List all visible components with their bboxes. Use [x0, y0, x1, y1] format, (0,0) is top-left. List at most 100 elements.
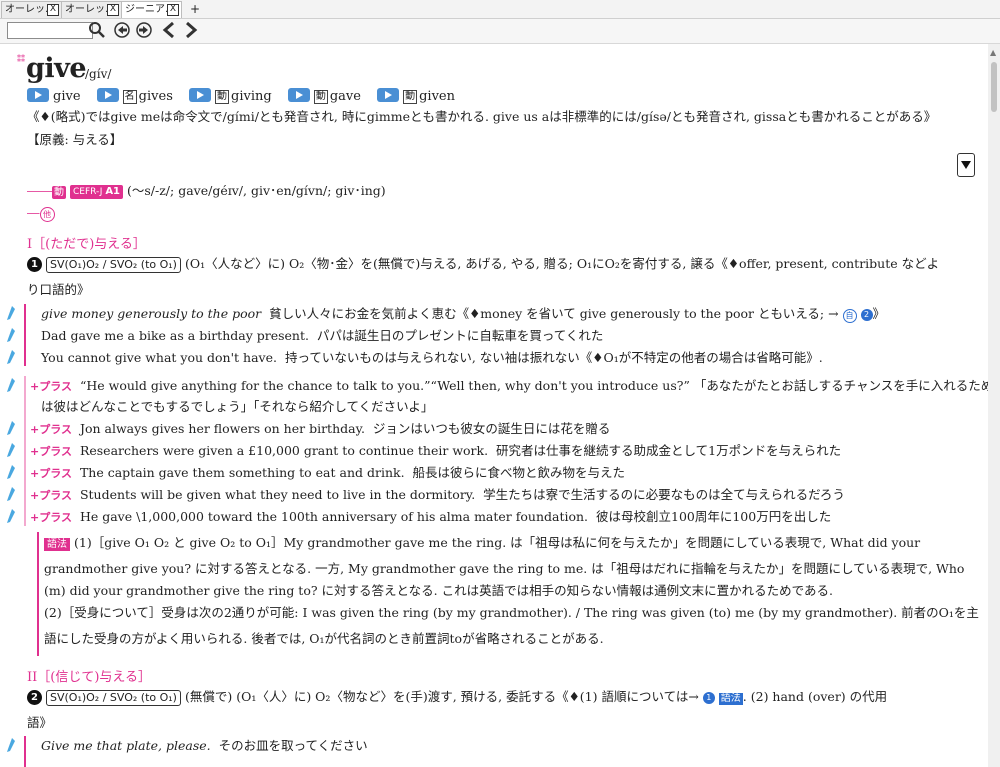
- plus-example: +プラス “He would give anything for the cha…: [30, 378, 988, 395]
- close-icon[interactable]: X: [107, 4, 119, 16]
- form-word[interactable]: given: [419, 89, 455, 104]
- pronunciation: /gív/: [85, 67, 112, 81]
- pen-icon[interactable]: [7, 738, 15, 752]
- pen-icon[interactable]: [7, 350, 15, 364]
- search-input[interactable]: [7, 22, 93, 39]
- pen-icon[interactable]: [7, 306, 15, 320]
- pen-icon[interactable]: [7, 328, 15, 342]
- definition-text: (無償で) (O₁〈人〉に) O₂〈物など〉を(手)渡す, 預ける, 委託する《…: [184, 689, 699, 704]
- cefr-badge: CEFR-J A1: [69, 185, 124, 199]
- forward-circle-icon[interactable]: [135, 21, 153, 39]
- back-circle-icon[interactable]: [113, 21, 131, 39]
- form-word[interactable]: gives: [139, 89, 173, 104]
- tab-3[interactable]: ジーニア… X: [121, 1, 182, 18]
- example-bar: [24, 304, 26, 366]
- add-tab-button[interactable]: +: [190, 2, 200, 16]
- dash: ――: [27, 183, 52, 198]
- example-en: Give me that plate, please.: [41, 738, 211, 753]
- ref-number[interactable]: 2: [860, 309, 873, 321]
- sentence-pattern: SV(O₁)O₂ / SVO₂ (to O₁): [45, 690, 181, 706]
- example-en: Researchers were given a £10,000 grant t…: [79, 443, 489, 458]
- form-word[interactable]: give: [53, 89, 81, 104]
- definition-text-cont: 語》: [27, 715, 53, 730]
- pen-icon[interactable]: [7, 487, 15, 501]
- entry-content: ⁑⁑ give /gív/ give 名 gives 動 giving 動 gave …: [0, 44, 988, 767]
- plus-bar: [24, 376, 26, 526]
- example-ja: 彼は母校創立100周年に100万円を出した: [595, 509, 832, 524]
- usage-text: (2)［受身について］受身は次の2通りが可能: I was given the …: [44, 605, 979, 620]
- usage-badge: 語法: [44, 538, 70, 551]
- plus-label: +プラス: [30, 380, 72, 393]
- sentence-pattern: SV(O₁)O₂ / SVO₂ (to O₁): [45, 257, 181, 273]
- pen-icon[interactable]: [7, 465, 15, 479]
- sense-definition: 1 SV(O₁)O₂ / SVO₂ (to O₁) (O₁〈人など〉に) O₂〈…: [27, 256, 939, 273]
- plus-label: +プラス: [30, 489, 72, 502]
- plus-label: +プラス: [30, 467, 72, 480]
- pen-icon[interactable]: [7, 378, 15, 392]
- chevron-left-icon[interactable]: [160, 21, 178, 39]
- plus-example: +プラス Researchers were given a £10,000 gr…: [30, 443, 841, 460]
- definition-text: (O₁〈人など〉に) O₂〈物･金〉を(無償で)与える, あげる, やる, 贈る…: [184, 256, 940, 271]
- example-sentence: Dad gave me a bike as a birthday present…: [41, 328, 603, 344]
- scroll-up-icon[interactable]: ▲: [990, 48, 996, 57]
- example-en: “He would give anything for the chance t…: [79, 378, 690, 393]
- example-sentence: Give me that plate, please. そのお皿を取ってください: [41, 738, 368, 754]
- form-word[interactable]: gave: [330, 89, 361, 104]
- plus-example: +プラス Students will be given what they ne…: [30, 487, 845, 504]
- sense-heading: I［(ただで)与える］: [27, 237, 146, 252]
- scroll-thumb[interactable]: [991, 62, 997, 112]
- sense-number: 1: [27, 257, 42, 272]
- tab-2[interactable]: オーレッ… X: [61, 1, 122, 18]
- example-ja: 貧しい人々にお金を気前よく恵む《♦money を省いて give generou…: [269, 306, 839, 321]
- pen-icon[interactable]: [7, 509, 15, 523]
- plus-label: +プラス: [30, 445, 72, 458]
- example-ja: 研究者は仕事を継続する助成金として1万ポンドを与えられた: [496, 443, 842, 458]
- play-audio-icon[interactable]: [189, 88, 212, 102]
- example-en: Jon always gives her flowers on her birt…: [79, 421, 365, 436]
- pos-badge: 動: [403, 90, 418, 104]
- play-audio-icon[interactable]: [96, 88, 119, 102]
- example-en: You cannot give what you don't have.: [41, 350, 277, 365]
- etymology: 【原義: 与える】: [27, 132, 123, 147]
- example-ja: 「あなたがたとお話しするチャンスを手に入れるために: [693, 378, 988, 393]
- play-audio-icon[interactable]: [27, 88, 49, 102]
- expand-toggle-button[interactable]: [957, 153, 975, 177]
- usage-bar: [37, 532, 39, 656]
- plus-example: +プラス He gave \1,000,000 toward the 100th…: [30, 509, 831, 526]
- usage-text: 語にした受身の方がよく用いられる. 後者では, O₁が代名詞のとき前置詞toが省…: [44, 631, 604, 646]
- plus-label: +プラス: [30, 423, 72, 436]
- ref-usage-link[interactable]: 語法: [718, 693, 743, 705]
- definition-tail: . (2) hand (over) の代用: [742, 689, 888, 704]
- play-audio-icon[interactable]: [287, 88, 310, 102]
- sense-heading: II［(信じて)与える］: [27, 670, 152, 685]
- tab-1[interactable]: オーレッ… X: [1, 1, 62, 18]
- vertical-scrollbar[interactable]: ▲: [988, 44, 1000, 767]
- example-ja: そのお皿を取ってください: [218, 738, 368, 753]
- toolbar: [0, 19, 1000, 44]
- example-ja: ジョンはいつも彼女の誕生日には花を贈る: [372, 421, 611, 436]
- example-en: Students will be given what they need to…: [79, 487, 476, 502]
- form-word[interactable]: giving: [231, 89, 272, 104]
- chevron-right-icon[interactable]: [182, 21, 200, 39]
- transitive-header: ― 他: [27, 205, 55, 222]
- play-audio-icon[interactable]: [377, 88, 400, 102]
- transitive-badge: 他: [39, 207, 55, 222]
- pen-icon[interactable]: [7, 421, 15, 435]
- close-icon[interactable]: X: [167, 4, 179, 16]
- usage-note: 《♦(略式)ではgive meは命令文で/gími/とも発音され, 時にgimm…: [27, 109, 937, 124]
- example-ja: 持っていないものは与えられない, ない袖は振れない《♦O₁が不特定の他者の場合は…: [284, 350, 823, 365]
- frequency-stars: ⁑⁑: [17, 55, 25, 64]
- pos-badge: 動: [313, 90, 328, 104]
- pen-icon[interactable]: [7, 443, 15, 457]
- example-ja-cont: は彼はどんなことでもするでしょう」「それなら紹介してくださいよ」: [41, 399, 434, 414]
- close-icon[interactable]: X: [47, 4, 59, 16]
- ref-number[interactable]: 1: [702, 692, 715, 704]
- tab-bar: オーレッ… X オーレッ… X ジーニア… X +: [0, 0, 1000, 19]
- headword: give: [26, 53, 87, 84]
- ref-link[interactable]: 自: [842, 309, 857, 323]
- plus-example: +プラス The captain gave them something to …: [30, 465, 625, 482]
- usage-text: (1)［give O₁ O₂ と give O₂ to O₁］My grandm…: [73, 535, 921, 550]
- example-ja: 船長は彼らに食べ物と飲み物を与えた: [412, 465, 626, 480]
- example-en: Dad gave me a bike as a birthday present…: [41, 328, 309, 343]
- search-icon[interactable]: [88, 21, 106, 39]
